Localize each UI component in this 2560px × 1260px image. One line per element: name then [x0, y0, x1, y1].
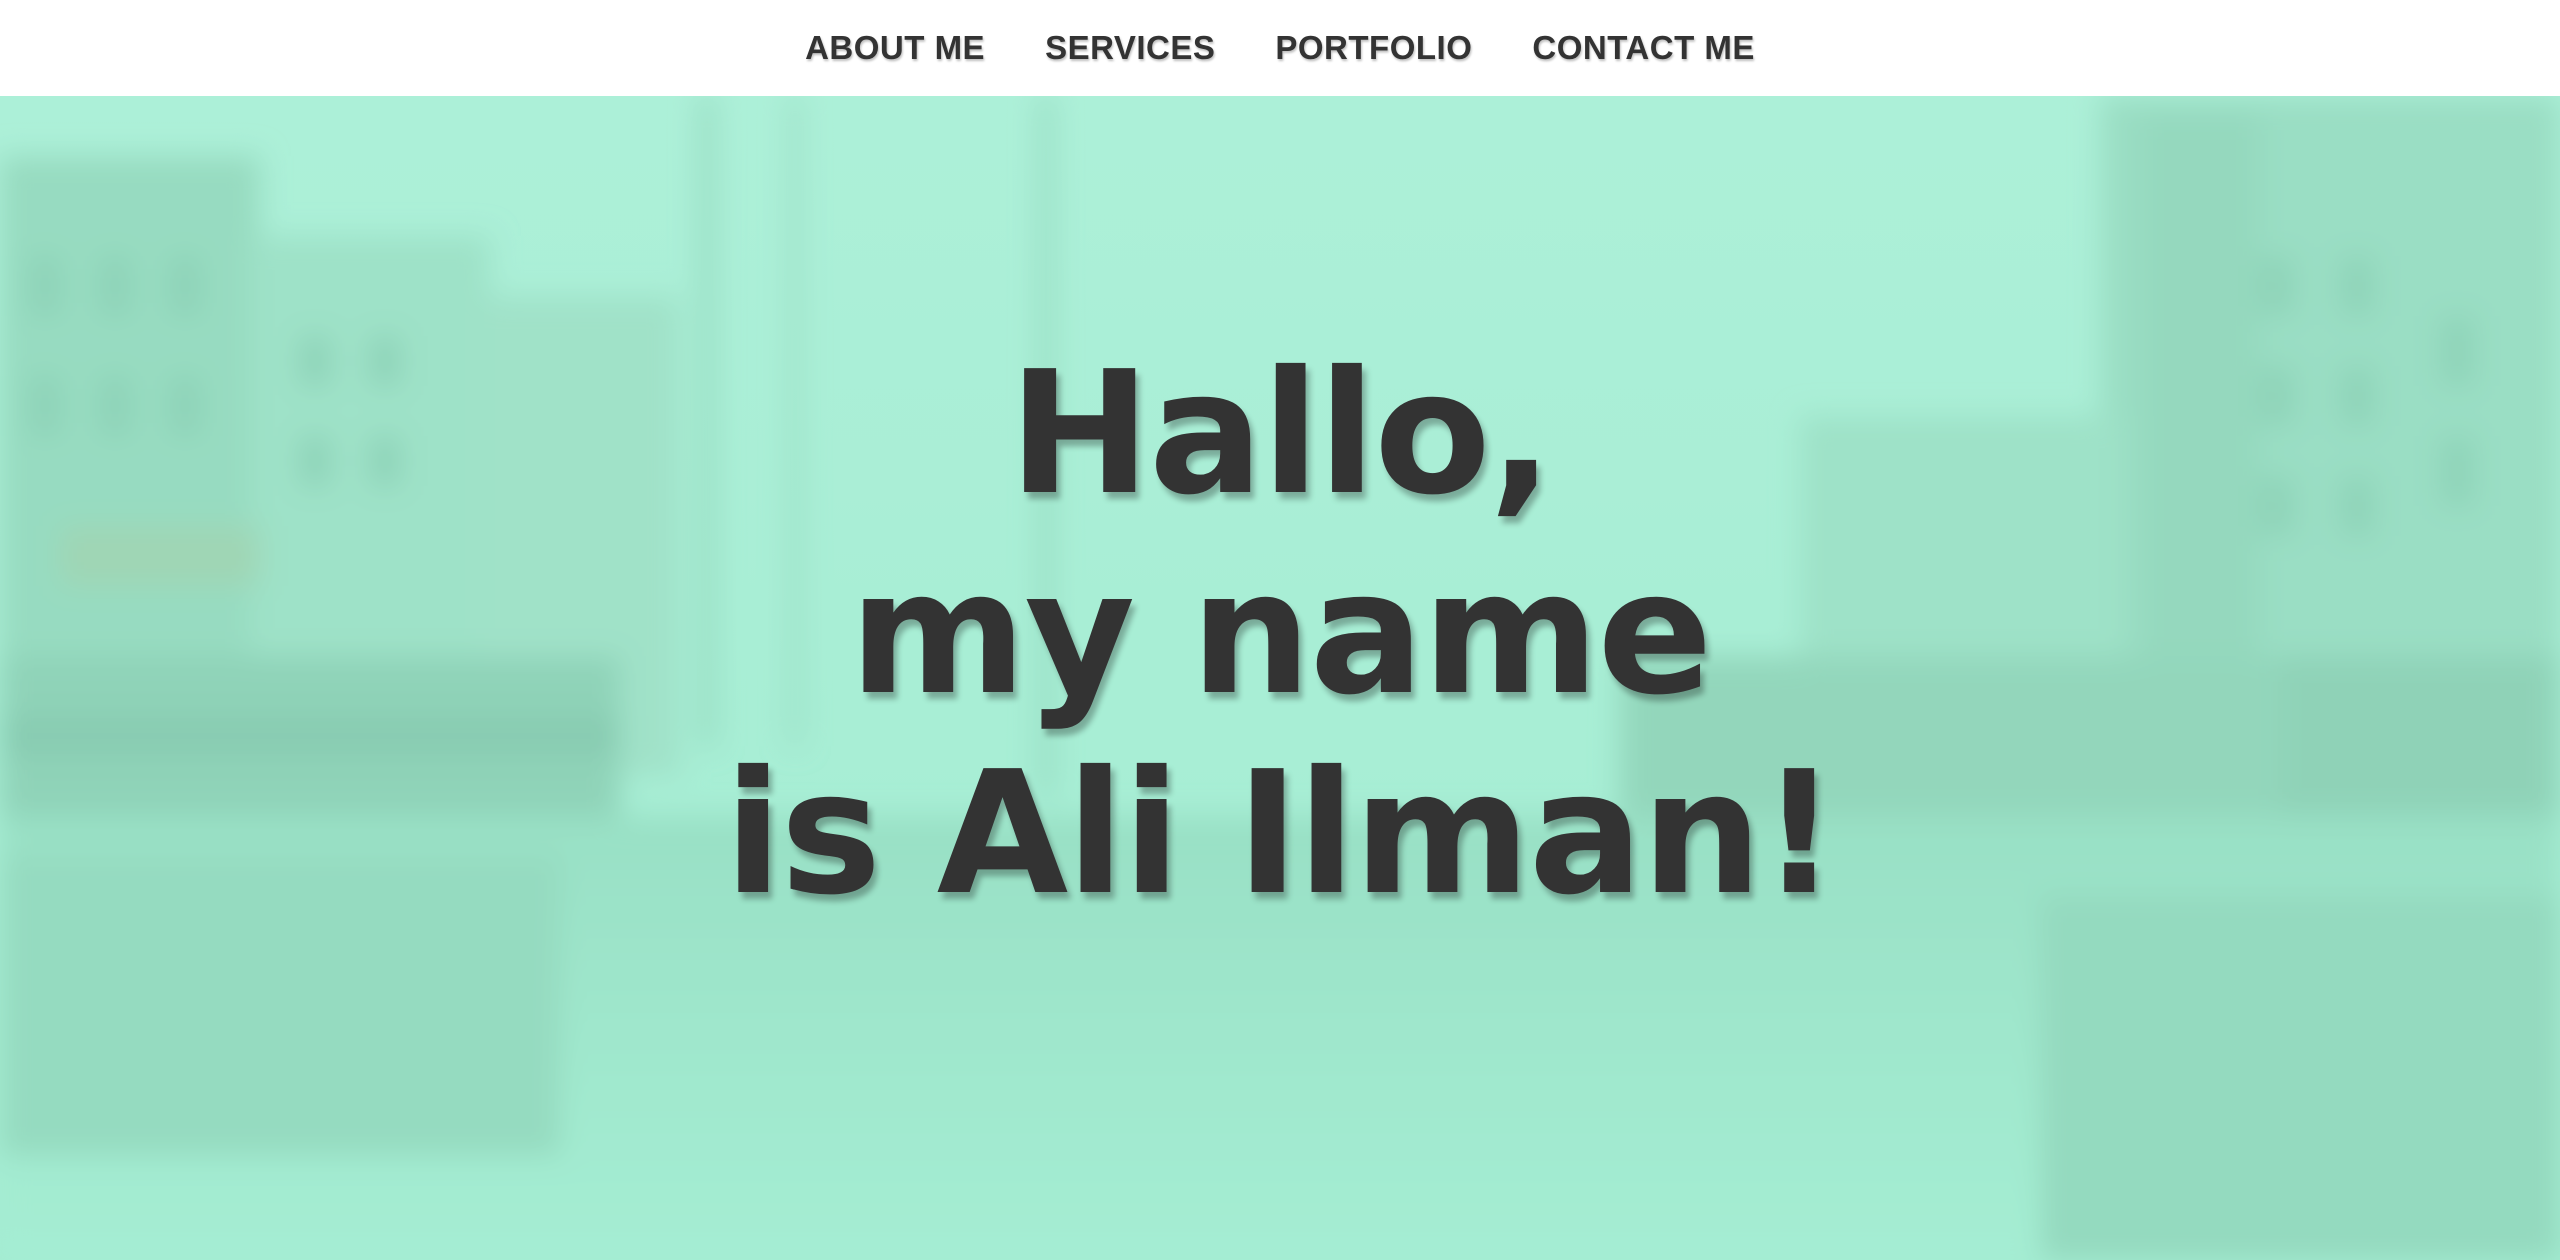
- nav-item-portfolio: PORTFOLIO: [1275, 29, 1472, 67]
- nav-link-about-me[interactable]: ABOUT ME: [805, 29, 985, 67]
- nav-list: ABOUT ME SERVICES PORTFOLIO CONTACT ME: [805, 29, 1755, 67]
- nav-link-portfolio[interactable]: PORTFOLIO: [1275, 29, 1472, 67]
- nav-link-contact-me[interactable]: CONTACT ME: [1532, 29, 1755, 67]
- hero-heading: Hallo, my name is Ali Ilman!: [0, 334, 2560, 934]
- hero-heading-line-3: is Ali Ilman!: [724, 735, 1838, 933]
- hero-heading-line-1: Hallo,: [1008, 335, 1554, 533]
- nav-item-contact: CONTACT ME: [1532, 29, 1755, 67]
- nav-item-services: SERVICES: [1045, 29, 1215, 67]
- hero-section: Hallo, my name is Ali Ilman!: [0, 96, 2560, 1260]
- hero-heading-line-2: my name: [849, 535, 1712, 733]
- nav-link-services[interactable]: SERVICES: [1045, 29, 1215, 67]
- nav-item-about: ABOUT ME: [805, 29, 985, 67]
- top-navigation: ABOUT ME SERVICES PORTFOLIO CONTACT ME: [0, 0, 2560, 96]
